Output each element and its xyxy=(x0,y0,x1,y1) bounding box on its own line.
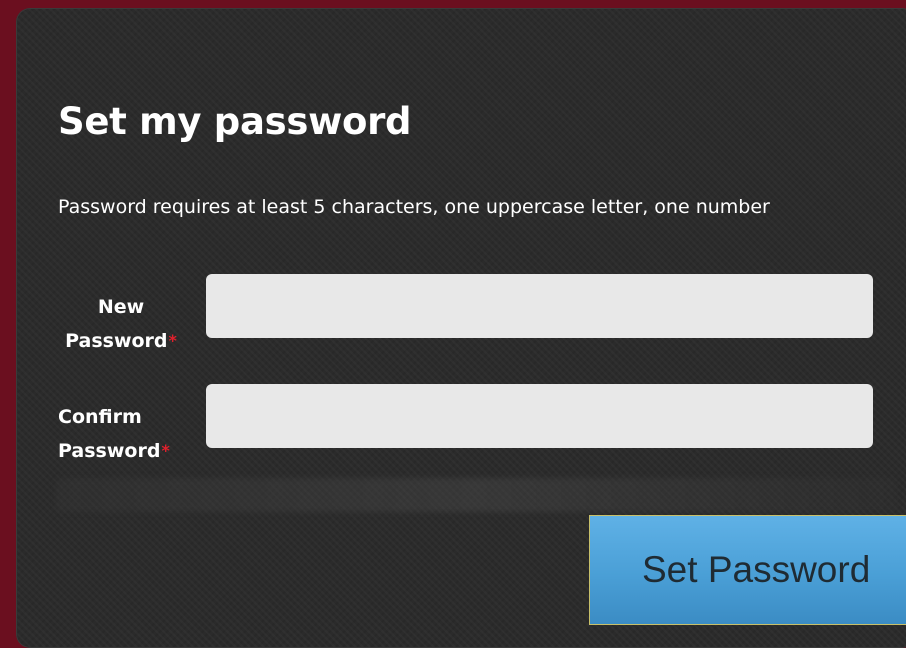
confirm-password-label-line1: Confirm xyxy=(58,406,142,428)
confirm-password-label-line2: Password xyxy=(58,440,161,462)
confirm-password-label: Confirm Password* xyxy=(58,400,188,468)
password-requirements-text: Password requires at least 5 characters,… xyxy=(58,196,770,218)
page-title: Set my password xyxy=(58,100,412,143)
password-card: Set my password Password requires at lea… xyxy=(16,8,906,648)
new-password-input[interactable] xyxy=(206,274,873,338)
blurred-message-area xyxy=(56,478,896,512)
new-password-label-line1: New xyxy=(97,296,145,318)
required-asterisk: * xyxy=(168,331,177,350)
new-password-label-line2: Password xyxy=(65,330,168,352)
new-password-label: New Password* xyxy=(56,290,186,358)
set-password-button[interactable]: Set Password xyxy=(589,515,906,625)
required-asterisk: * xyxy=(161,441,170,460)
confirm-password-input[interactable] xyxy=(206,384,873,448)
page: Set my password Password requires at lea… xyxy=(0,0,906,648)
